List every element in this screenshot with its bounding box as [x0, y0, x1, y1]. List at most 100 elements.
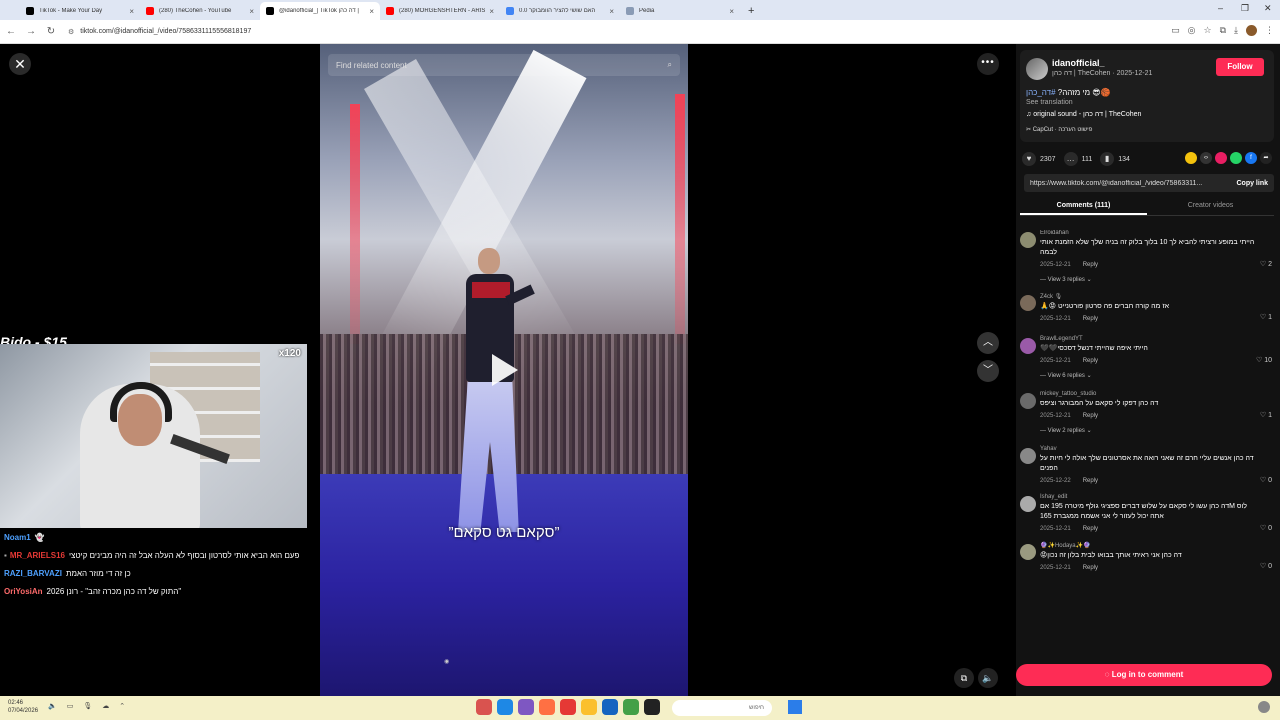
post-link-text[interactable]: https://www.tiktok.com/@idanofficial_/vi… — [1030, 180, 1230, 187]
commenter-avatar[interactable] — [1020, 448, 1036, 464]
url-field[interactable]: ⚙ tiktok.com/@idanofficial_/video/7586331… — [68, 28, 251, 36]
follow-button[interactable]: Follow — [1216, 58, 1264, 76]
download-icon[interactable]: ⤓ — [1234, 25, 1238, 36]
microphone-icon[interactable]: 🎙 — [83, 702, 92, 710]
comment-stat[interactable]: … 111 — [1063, 152, 1092, 166]
close-player-button[interactable]: ✕ — [9, 53, 31, 75]
commenter-avatar[interactable] — [1020, 544, 1036, 560]
commenter-avatar[interactable] — [1020, 338, 1036, 354]
view-replies-button[interactable]: — View 6 replies ⌄ — [1040, 372, 1274, 379]
send-icon[interactable] — [1215, 152, 1227, 164]
browser-tab[interactable]: TikTok - Make Your Day × — [20, 2, 140, 20]
commenter-name[interactable]: 🔮✨Hodaya✨🔮 — [1040, 542, 1274, 549]
discord-icon[interactable] — [518, 699, 534, 715]
eye-off-icon[interactable]: ◎ — [1188, 25, 1196, 36]
search-icon[interactable]: ⌕ — [668, 60, 672, 70]
minimize-icon[interactable]: – — [1218, 3, 1223, 13]
tab-comments[interactable]: Comments (111) — [1020, 196, 1147, 215]
steam-icon[interactable] — [602, 699, 618, 715]
app-icon[interactable] — [644, 699, 660, 715]
reload-icon[interactable]: ↻ — [42, 26, 60, 37]
picture-in-picture-icon[interactable]: ⧉ — [954, 668, 974, 688]
browser-menu-icon[interactable]: ⋮ — [1265, 25, 1274, 36]
new-tab-icon[interactable]: + — [748, 5, 754, 17]
save-stat[interactable]: ▮ 134 — [1100, 152, 1130, 166]
app-icon[interactable] — [497, 699, 513, 715]
capcut-link[interactable]: ✂ CapCut · פישוט הערכה — [1026, 126, 1092, 133]
reply-button[interactable]: Reply — [1083, 413, 1098, 419]
app-icon[interactable] — [539, 699, 555, 715]
bookmark-star-icon[interactable]: ☆ — [1204, 25, 1212, 36]
comment-like-button[interactable]: ♡ 10 — [1256, 356, 1272, 364]
browser-tab[interactable]: האם שושי להציר הוומבוקר 0.0 × — [500, 2, 620, 20]
volume-icon[interactable]: 🔈 — [978, 668, 998, 688]
browser-tab[interactable]: (280) MORGENSHTERN - ARISTOCRAT× — [380, 2, 500, 20]
close-tab-icon[interactable]: × — [489, 7, 494, 16]
reply-button[interactable]: Reply — [1083, 358, 1098, 364]
network-icon[interactable]: ▭ — [67, 702, 74, 710]
browser-tab-active[interactable]: @idanofficial_| TikTok דה כהן | × — [260, 2, 380, 20]
reply-button[interactable]: Reply — [1083, 262, 1098, 268]
copy-link-button[interactable]: Copy link — [1236, 180, 1268, 187]
comment-like-button[interactable]: ♡ 0 — [1260, 562, 1272, 570]
log-in-to-comment-button[interactable]: ◌ Log in to comment — [1016, 664, 1272, 686]
browser-tab[interactable]: Pedia × — [620, 2, 740, 20]
reply-button[interactable]: Reply — [1083, 316, 1098, 322]
close-tab-icon[interactable]: × — [609, 7, 614, 16]
app-icon[interactable] — [623, 699, 639, 715]
back-icon[interactable]: ← — [2, 26, 20, 37]
cloud-icon[interactable]: ☁ — [102, 702, 109, 710]
forward-icon[interactable]: → — [22, 26, 40, 37]
windows-start-icon[interactable] — [788, 700, 802, 714]
profile-avatar[interactable] — [1246, 25, 1257, 36]
comment-like-button[interactable]: ♡ 1 — [1260, 411, 1272, 419]
creator-username[interactable]: idanofficial_ — [1052, 58, 1105, 68]
cast-icon[interactable]: ▭ — [1171, 25, 1180, 36]
sound-link[interactable]: ♫ original sound - דה כהן | TheCohen — [1026, 111, 1141, 118]
embed-icon[interactable]: ‹› — [1200, 152, 1212, 164]
extensions-icon[interactable]: ⧉ — [1220, 25, 1226, 36]
play-icon[interactable] — [492, 354, 518, 386]
browser-tab[interactable]: (280) TheCohen - YouTube × — [140, 2, 260, 20]
comment-like-button[interactable]: ♡ 2 — [1260, 260, 1272, 268]
video-player[interactable]: Find related content ⌕ ”סקאם גט סקאם” ◉ — [320, 44, 688, 696]
close-tab-icon[interactable]: × — [369, 7, 374, 16]
tab-creator-videos[interactable]: Creator videos — [1147, 196, 1274, 215]
site-info-icon[interactable]: ⚙ — [68, 28, 74, 36]
clock[interactable]: 02:46 07/04/2026 — [8, 699, 38, 715]
like-stat[interactable]: ♥ 2307 — [1022, 152, 1056, 166]
reply-button[interactable]: Reply — [1083, 526, 1098, 532]
facebook-icon[interactable]: f — [1245, 152, 1257, 164]
comment-like-button[interactable]: ♡ 1 — [1260, 313, 1272, 321]
reply-button[interactable]: Reply — [1083, 478, 1098, 484]
speaker-icon[interactable]: 🔈 — [48, 702, 57, 710]
window-close-icon[interactable]: ✕ — [1264, 3, 1272, 14]
previous-video-button[interactable]: ︿ — [977, 332, 999, 354]
chevron-up-icon[interactable]: ⌃ — [119, 702, 125, 710]
maximize-icon[interactable]: ❐ — [1241, 3, 1249, 14]
close-tab-icon[interactable]: × — [129, 7, 134, 16]
comment-like-button[interactable]: ♡ 0 — [1260, 524, 1272, 532]
whatsapp-icon[interactable] — [1230, 152, 1242, 164]
more-options-button[interactable]: ••• — [977, 53, 999, 75]
commenter-avatar[interactable] — [1020, 393, 1036, 409]
commenter-name[interactable]: mickey_tattoo_studio — [1040, 391, 1274, 397]
share-arrow-icon[interactable]: ➦ — [1260, 152, 1272, 164]
commenter-name[interactable]: Ishay_edit — [1040, 494, 1274, 500]
taskbar-search[interactable]: חיפוש — [672, 700, 772, 716]
next-video-button[interactable]: ﹀ — [977, 360, 999, 382]
comment-like-button[interactable]: ♡ 0 — [1260, 476, 1272, 484]
view-replies-button[interactable]: — View 3 replies ⌄ — [1040, 276, 1274, 283]
chrome-icon[interactable] — [560, 699, 576, 715]
hashtag-link[interactable]: #דה_כהן — [1026, 88, 1056, 97]
related-search-input[interactable]: Find related content ⌕ — [328, 54, 680, 76]
close-tab-icon[interactable]: × — [249, 7, 254, 16]
commenter-name[interactable]: Elroidahan — [1040, 230, 1274, 236]
commenter-name[interactable]: Yahav — [1040, 446, 1274, 452]
see-translation-link[interactable]: See translation — [1026, 99, 1073, 106]
close-tab-icon[interactable]: × — [729, 7, 734, 16]
copilot-icon[interactable] — [1258, 701, 1270, 713]
file-explorer-icon[interactable] — [581, 699, 597, 715]
app-icon[interactable] — [476, 699, 492, 715]
friends-share-icon[interactable] — [1185, 152, 1197, 164]
